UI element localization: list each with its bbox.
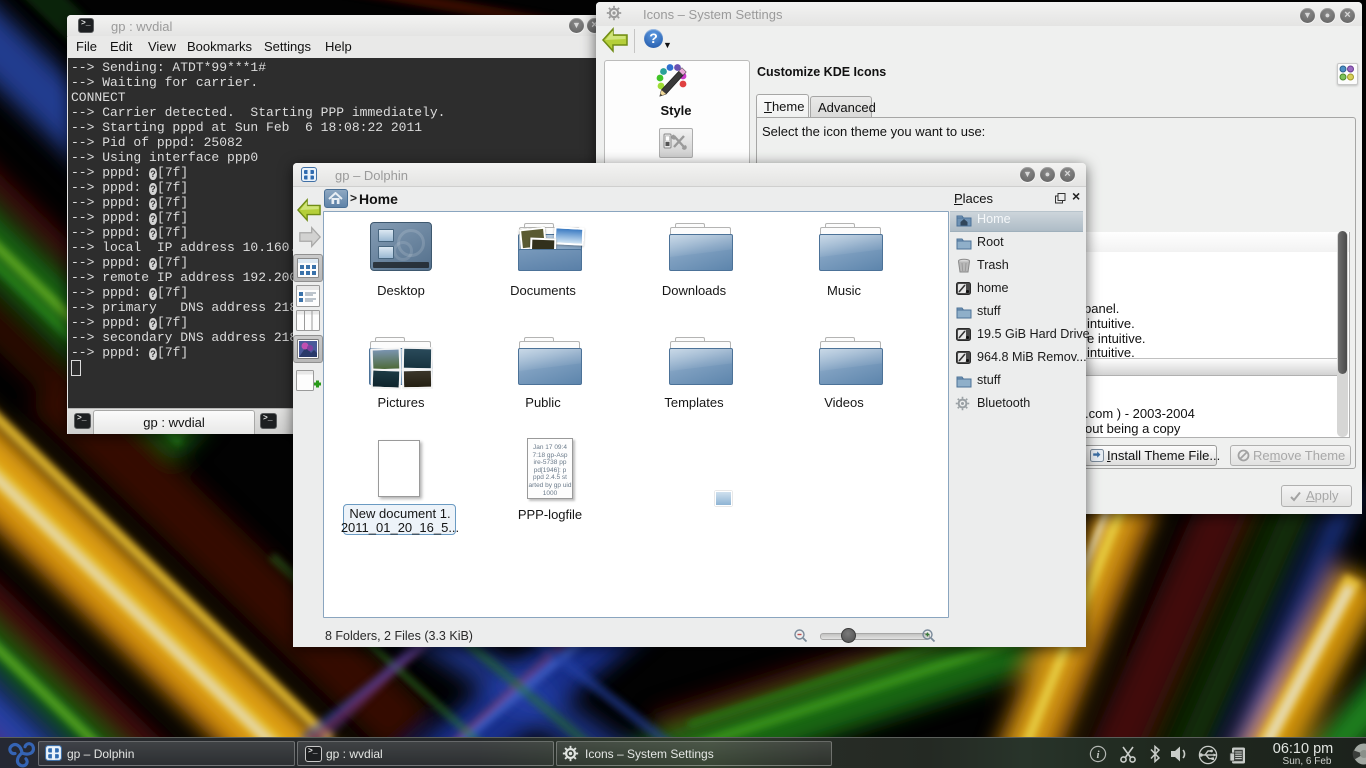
svg-text:i: i: [1096, 749, 1100, 761]
